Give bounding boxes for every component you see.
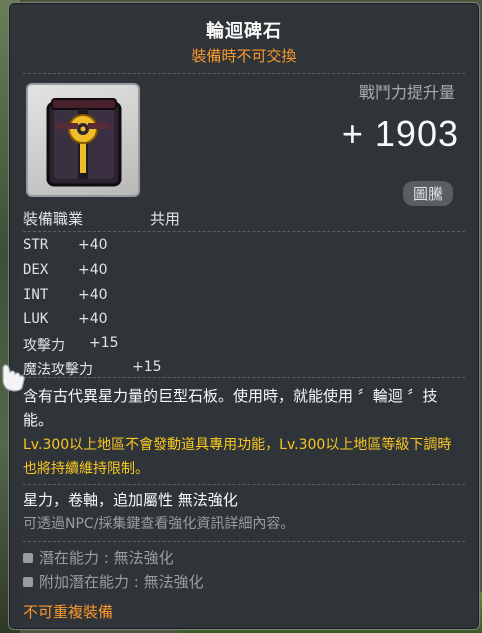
stat-row-magic-attack: 魔法攻擊力 +15 <box>23 359 162 379</box>
enhancement-status: 星力，卷軸，追加屬性 無法強化 <box>23 491 238 509</box>
stat-row-attack: 攻擊力 +15 <box>23 335 119 355</box>
stat-row-int: INT +40 <box>23 287 108 303</box>
additional-potential-text: 附加潛在能力 : 無法強化 <box>39 573 204 591</box>
level-restriction-text: Lv.300以上地區不會發動道具專用功能，Lv.300以上地區等級下調時也將持續… <box>23 437 452 477</box>
totem-stone-icon <box>46 98 122 187</box>
stat-name: 攻擊力 <box>23 338 65 354</box>
stat-value: +40 <box>78 311 108 327</box>
combat-power-value: + 1903 <box>341 113 459 154</box>
stat-value: +40 <box>78 287 108 303</box>
stat-value: +15 <box>89 335 119 351</box>
item-type-badge: 圖騰 <box>402 181 453 206</box>
item-description: 含有古代異星力量的巨型石板。使用時，就能使用 〞輪迴 〞技能。 <box>23 387 438 429</box>
divider <box>23 541 465 542</box>
potential-text: 潛在能力 : 無法強化 <box>39 549 174 567</box>
divider <box>23 73 465 74</box>
item-title: 輪迴碑石 <box>206 21 282 42</box>
stat-name: INT <box>23 287 49 303</box>
item-icon-frame <box>26 83 140 197</box>
stat-row-str: STR +40 <box>23 237 108 253</box>
job-label: 裝備職業 <box>23 210 84 228</box>
stat-row-luk: LUK +40 <box>23 311 108 327</box>
stat-name: DEX <box>23 262 49 278</box>
combat-power-label: 戰鬥力提升量 <box>358 83 455 102</box>
stat-name: 魔法攻擊力 <box>23 362 93 378</box>
job-value: 共用 <box>150 210 181 228</box>
stat-value: +40 <box>78 262 108 278</box>
item-tooltip: 輪迴碑石 裝備時不可交換 戰鬥力提升量 + 1903 圖騰 裝備職業 共用 ST… <box>8 2 480 630</box>
potential-row: 潛在能力 : 無法強化 <box>23 547 174 568</box>
divider <box>23 484 465 485</box>
additional-potential-row: 附加潛在能力 : 無法強化 <box>23 571 204 592</box>
stat-value: +15 <box>132 359 162 375</box>
glove-cursor-icon <box>2 364 25 392</box>
unique-equip-label: 不可重複裝備 <box>23 603 114 621</box>
square-bullet-icon <box>23 576 33 587</box>
stat-name: STR <box>23 237 49 253</box>
stat-value: +40 <box>78 237 108 253</box>
square-bullet-icon <box>23 552 33 563</box>
stat-name: LUK <box>23 311 49 327</box>
divider <box>23 231 465 232</box>
divider <box>23 377 465 378</box>
stat-row-dex: DEX +40 <box>23 262 108 278</box>
trade-restriction-label: 裝備時不可交換 <box>191 47 297 65</box>
enhancement-hint: 可透過NPC/採集鍵查看強化資訊詳細內容。 <box>23 516 295 532</box>
